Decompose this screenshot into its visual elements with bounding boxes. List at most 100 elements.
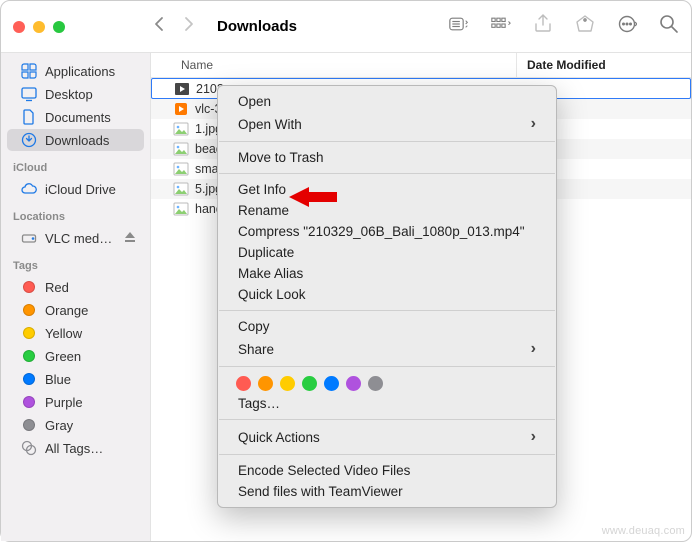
sidebar-item-label: Red <box>45 280 69 295</box>
menu-send-teamviewer[interactable]: Send files with TeamViewer <box>218 481 556 502</box>
sidebar-item-yellow[interactable]: Yellow <box>7 322 144 344</box>
tag-dot-icon <box>21 302 37 318</box>
back-button[interactable] <box>153 16 165 37</box>
tags-button[interactable] <box>575 14 595 39</box>
sidebar-item-label: iCloud Drive <box>45 182 116 197</box>
titlebar: Downloads <box>1 1 691 53</box>
chevron-right-icon: › <box>531 340 536 358</box>
window-title: Downloads <box>217 18 297 35</box>
image-file-icon <box>173 162 189 176</box>
minimize-window-button[interactable] <box>33 21 45 33</box>
menu-make-alias[interactable]: Make Alias <box>218 263 556 284</box>
column-header-date[interactable]: Date Modified <box>516 53 691 77</box>
group-by-button[interactable] <box>491 14 511 39</box>
documents-icon <box>21 109 37 125</box>
menu-duplicate[interactable]: Duplicate <box>218 242 556 263</box>
menu-compress[interactable]: Compress "210329_06B_Bali_1080p_013.mp4" <box>218 221 556 242</box>
menu-separator <box>219 173 555 174</box>
tag-color-button[interactable] <box>236 376 251 391</box>
tag-color-button[interactable] <box>258 376 273 391</box>
sidebar-item-purple[interactable]: Purple <box>7 391 144 413</box>
sidebar-item-red[interactable]: Red <box>7 276 144 298</box>
finder-window: Downloads ApplicationsDeskto <box>0 0 692 542</box>
sidebar-item-vlc-med-[interactable]: VLC med… <box>7 227 144 249</box>
toolbar <box>449 14 679 39</box>
close-window-button[interactable] <box>13 21 25 33</box>
more-button[interactable] <box>617 14 637 39</box>
app-file-icon <box>173 102 189 116</box>
menu-encode-video[interactable]: Encode Selected Video Files <box>218 460 556 481</box>
menu-rename[interactable]: Rename <box>218 200 556 221</box>
menu-tag-colors <box>218 372 556 393</box>
eject-icon[interactable] <box>124 231 136 246</box>
menu-share[interactable]: Share› <box>218 337 556 361</box>
menu-open-with[interactable]: Open With› <box>218 112 556 136</box>
menu-open[interactable]: Open <box>218 91 556 112</box>
menu-get-info[interactable]: Get Info <box>218 179 556 200</box>
sidebar-item-label: Documents <box>45 110 111 125</box>
sidebar-item-blue[interactable]: Blue <box>7 368 144 390</box>
context-menu: Open Open With› Move to Trash Get Info R… <box>217 85 557 508</box>
search-button[interactable] <box>659 14 679 39</box>
sidebar-item-label: Applications <box>45 64 115 79</box>
downloads-icon <box>21 132 37 148</box>
tag-color-button[interactable] <box>346 376 361 391</box>
tag-color-button[interactable] <box>280 376 295 391</box>
window-controls <box>13 21 133 33</box>
image-file-icon <box>173 182 189 196</box>
column-header-name[interactable]: Name <box>151 53 516 77</box>
image-file-icon <box>173 122 189 136</box>
sidebar: Applications Desktop Documents Downloads iC… <box>1 53 151 541</box>
sidebar-item-label: Desktop <box>45 87 93 102</box>
sidebar-item-applications[interactable]: Applications <box>7 60 144 82</box>
sidebar-group-tags: Tags <box>1 250 150 275</box>
sidebar-item-label: Blue <box>45 372 71 387</box>
tag-color-button[interactable] <box>368 376 383 391</box>
tag-dot-icon <box>21 371 37 387</box>
forward-button[interactable] <box>183 16 195 37</box>
disk-icon <box>21 230 37 246</box>
sidebar-item-downloads[interactable]: Downloads <box>7 129 144 151</box>
all-tags-icon <box>21 440 37 456</box>
image-file-icon <box>173 142 189 156</box>
share-button[interactable] <box>533 14 553 39</box>
menu-separator <box>219 419 555 420</box>
tag-dot-icon <box>21 348 37 364</box>
cloud-icon <box>21 181 37 197</box>
list-header: Name Date Modified <box>151 53 691 78</box>
sidebar-item-desktop[interactable]: Desktop <box>7 83 144 105</box>
watermark: www.deuaq.com <box>602 525 685 537</box>
sidebar-item-orange[interactable]: Orange <box>7 299 144 321</box>
sidebar-item-gray[interactable]: Gray <box>7 414 144 436</box>
sidebar-item-label: Downloads <box>45 133 109 148</box>
tag-dot-icon <box>21 394 37 410</box>
chevron-right-icon: › <box>531 428 536 446</box>
menu-quick-look[interactable]: Quick Look <box>218 284 556 305</box>
menu-move-to-trash[interactable]: Move to Trash <box>218 147 556 168</box>
tag-color-button[interactable] <box>302 376 317 391</box>
tag-color-button[interactable] <box>324 376 339 391</box>
menu-copy[interactable]: Copy <box>218 316 556 337</box>
sidebar-group-locations: Locations <box>1 201 150 226</box>
sidebar-item-label: All Tags… <box>45 441 103 456</box>
apps-icon <box>21 63 37 79</box>
sidebar-item-label: Orange <box>45 303 88 318</box>
menu-separator <box>219 366 555 367</box>
sidebar-item-documents[interactable]: Documents <box>7 106 144 128</box>
view-list-button[interactable] <box>449 14 469 39</box>
file-name: sma <box>195 162 219 176</box>
chevron-right-icon: › <box>531 115 536 133</box>
sidebar-item-label: Purple <box>45 395 83 410</box>
menu-tags[interactable]: Tags… <box>218 393 556 414</box>
sidebar-item-label: VLC med… <box>45 231 112 246</box>
image-file-icon <box>173 202 189 216</box>
zoom-window-button[interactable] <box>53 21 65 33</box>
sidebar-item-label: Green <box>45 349 81 364</box>
sidebar-item-all-tags[interactable]: All Tags… <box>7 437 144 459</box>
sidebar-item-green[interactable]: Green <box>7 345 144 367</box>
sidebar-item-label: Gray <box>45 418 73 433</box>
menu-separator <box>219 310 555 311</box>
sidebar-item-icloud-drive[interactable]: iCloud Drive <box>7 178 144 200</box>
menu-separator <box>219 454 555 455</box>
menu-quick-actions[interactable]: Quick Actions› <box>218 425 556 449</box>
